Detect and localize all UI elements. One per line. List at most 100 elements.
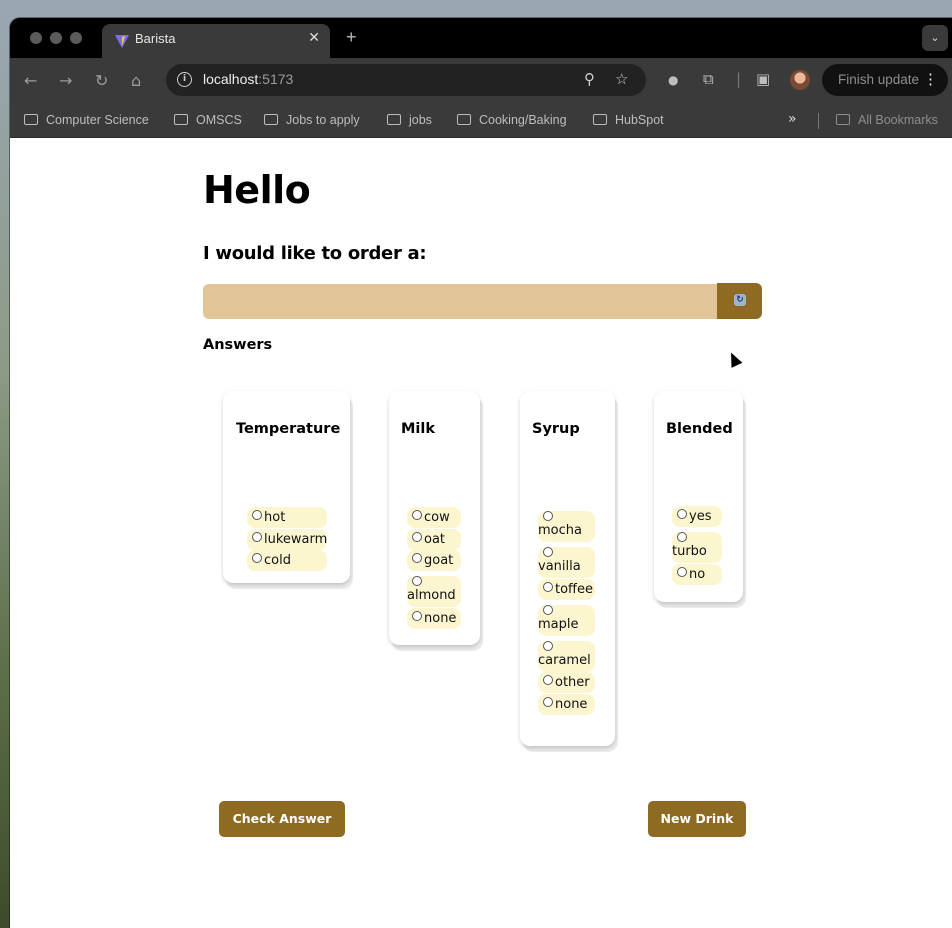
temperature-card: Temperature hot lukewarm cold [223,391,350,583]
profile-avatar[interactable] [790,70,810,90]
radio-button[interactable] [543,696,553,707]
bookmark-folder-computer-science[interactable]: Computer Science [24,113,149,127]
new-tab-button[interactable]: + [346,27,357,48]
syrup-options: mocha vanilla toffee maple caramel other… [538,506,595,715]
option-mocha[interactable]: mocha [538,511,595,542]
minimize-window-button[interactable] [50,32,62,44]
radio-button[interactable] [412,610,422,621]
milk-card: Milk cow oat goat almond none [389,391,480,645]
folder-icon [593,114,607,125]
browser-toolbar: ← → ↻ ⌂ i localhost:5173 ⚲ ☆ ● ⧉ | ▣ Fin… [10,58,952,104]
zoom-icon[interactable]: ⚲ [584,70,595,88]
card-title-syrup: Syrup [532,421,580,437]
radio-button[interactable] [677,509,687,519]
radio-button[interactable] [252,531,262,542]
finish-update-button[interactable]: Finish update ⋮ [822,64,948,96]
home-icon[interactable]: ⌂ [131,71,141,90]
bookmarks-divider [818,113,819,129]
bookmarks-bar: Computer Science OMSCS Jobs to apply job… [10,104,952,138]
extensions-puzzle-icon[interactable]: ⧉ [703,70,714,88]
radio-button[interactable] [252,510,262,520]
radio-button[interactable] [543,547,553,557]
forward-arrow-icon[interactable]: → [59,71,72,90]
option-goat[interactable]: goat [407,550,461,571]
folder-icon [264,114,278,125]
close-tab-icon[interactable]: ✕ [308,30,320,46]
folder-icon [387,114,401,125]
radio-button[interactable] [543,511,553,521]
bookmark-folder-hubspot[interactable]: HubSpot [593,113,664,127]
option-vanilla[interactable]: vanilla [538,547,595,578]
radio-button[interactable] [543,581,553,592]
option-turbo[interactable]: turbo [672,532,722,563]
tab-barista[interactable]: Barista ✕ [102,24,330,58]
answers-heading: Answers [203,337,273,353]
temperature-options: hot lukewarm cold [247,507,327,572]
card-title-milk: Milk [401,421,436,437]
browser-window: Barista ✕ + ⌄ ← → ↻ ⌂ i localhost:5173 ⚲… [10,18,952,928]
radio-button[interactable] [412,553,422,563]
option-caramel[interactable]: caramel [538,640,595,672]
bookmark-folder-jobs[interactable]: jobs [387,113,432,127]
radio-button[interactable] [252,553,262,563]
reload-icon[interactable]: ↻ [95,71,108,90]
option-lukewarm[interactable]: lukewarm [247,528,327,550]
radio-button[interactable] [543,675,553,685]
option-oat[interactable]: oat [407,528,461,550]
tab-strip: Barista ✕ + ⌄ [10,18,952,58]
bookmark-folder-omscs[interactable]: OMSCS [174,113,242,127]
refresh-order-button[interactable]: ↻ [717,283,762,319]
maximize-window-button[interactable] [70,32,82,44]
tab-search-button[interactable]: ⌄ [922,25,948,51]
folder-icon [836,114,850,125]
tab-title: Barista [135,31,176,46]
check-answer-button[interactable]: Check Answer [219,801,345,837]
bookmark-star-icon[interactable]: ☆ [615,70,628,88]
radio-button[interactable] [543,604,553,615]
option-none[interactable]: none [538,693,595,715]
address-bar[interactable]: i localhost:5173 ⚲ ☆ [166,64,646,96]
option-no[interactable]: no [672,563,722,585]
order-prompt: I would like to order a: [203,243,427,264]
back-arrow-icon[interactable]: ← [24,71,37,90]
page-title: Hello [203,168,311,212]
option-toffee[interactable]: toffee [538,578,595,600]
blended-card: Blended yes turbo no [654,391,743,602]
more-menu-icon[interactable]: ⋮ [923,64,938,96]
bookmarks-overflow-icon[interactable]: » [788,111,797,127]
folder-icon [174,114,188,125]
url-text: localhost:5173 [203,71,294,87]
option-cow[interactable]: cow [407,507,461,528]
close-window-button[interactable] [30,32,42,44]
site-info-icon[interactable]: i [177,72,192,87]
bookmark-folder-cooking-baking[interactable]: Cooking/Baking [457,113,567,127]
option-hot[interactable]: hot [247,507,327,528]
all-bookmarks-folder[interactable]: All Bookmarks [836,113,938,127]
option-cold[interactable]: cold [247,550,327,571]
refresh-icon: ↻ [734,294,746,306]
syrup-card: Syrup mocha vanilla toffee maple caramel… [520,391,615,746]
finish-update-label: Finish update [838,72,920,87]
card-title-temperature: Temperature [236,421,341,437]
extension-puppet-icon[interactable]: ● [668,73,678,87]
folder-icon [24,114,38,125]
option-maple[interactable]: maple [538,604,595,636]
radio-button[interactable] [412,531,422,542]
option-yes[interactable]: yes [672,506,722,527]
new-drink-button[interactable]: New Drink [648,801,746,837]
page-content: Hello I would like to order a: ↻ Answers… [10,138,952,928]
mouse-cursor-icon [725,350,743,368]
order-input[interactable] [203,284,717,319]
bookmark-folder-jobs-to-apply[interactable]: Jobs to apply [264,113,360,127]
side-panel-icon[interactable]: ▣ [756,70,770,88]
blended-options: yes turbo no [672,506,722,585]
option-none[interactable]: none [407,607,461,629]
toolbar-divider: | [736,70,742,88]
radio-button[interactable] [677,566,687,577]
option-almond[interactable]: almond [407,576,461,607]
radio-button[interactable] [677,532,687,542]
radio-button[interactable] [543,640,553,651]
radio-button[interactable] [412,576,422,586]
option-other[interactable]: other [538,672,595,693]
radio-button[interactable] [412,510,422,520]
